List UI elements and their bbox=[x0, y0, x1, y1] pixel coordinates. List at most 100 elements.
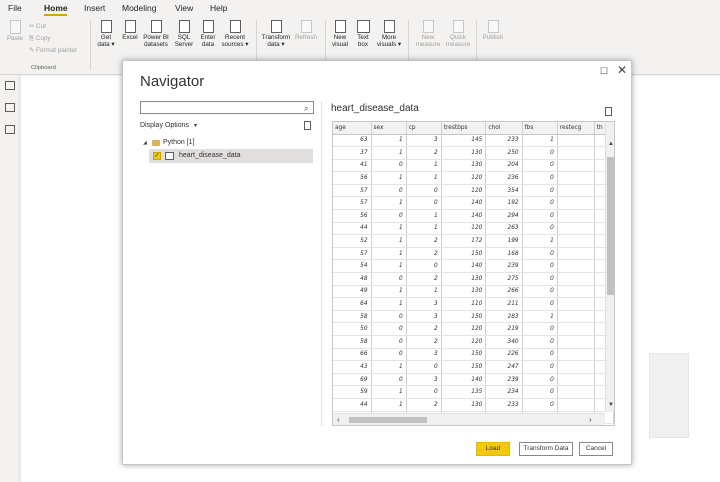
scroll-right-icon[interactable]: › bbox=[589, 415, 592, 424]
table-cell: 1 bbox=[371, 385, 407, 399]
table-row: 57 1 0 140 192 0 bbox=[333, 196, 614, 211]
more-visuals-button[interactable]: More visuals ▾ bbox=[376, 20, 402, 48]
table-cell: 140 bbox=[441, 209, 487, 223]
tab-view[interactable]: View bbox=[175, 3, 193, 13]
table-row: 50 0 2 120 219 0 bbox=[333, 322, 614, 336]
tab-insert[interactable]: Insert bbox=[84, 3, 105, 13]
paste-button[interactable]: Paste bbox=[5, 20, 25, 42]
scroll-left-icon[interactable]: ‹ bbox=[337, 415, 340, 424]
table-cell: 58 bbox=[333, 310, 372, 324]
table-cell: 50 bbox=[333, 322, 372, 336]
publish-button[interactable]: Publish bbox=[480, 20, 506, 41]
display-options-dropdown[interactable]: Display Options bbox=[140, 122, 189, 129]
recent-sources-button[interactable]: Recent sources ▾ bbox=[220, 20, 250, 48]
get-data-button[interactable]: Get data ▾ bbox=[96, 20, 116, 48]
expand-arrow-icon[interactable]: ◢ bbox=[143, 140, 147, 146]
table-cell: 283 bbox=[485, 310, 523, 324]
table-cell: 1 bbox=[371, 297, 407, 311]
text-box-icon bbox=[356, 20, 370, 33]
column-header[interactable]: age bbox=[333, 122, 372, 135]
table-cell: 0 bbox=[522, 348, 558, 362]
tab-help[interactable]: Help bbox=[210, 3, 227, 13]
table-cell: 1 bbox=[522, 134, 558, 148]
new-visual-button[interactable]: New visual bbox=[330, 20, 350, 48]
column-header[interactable]: chol bbox=[485, 122, 523, 135]
tab-file[interactable]: File bbox=[8, 3, 22, 13]
column-header[interactable]: sex bbox=[371, 122, 407, 135]
search-icon[interactable]: ⌕ bbox=[304, 103, 308, 114]
table-cell: 49 bbox=[333, 285, 372, 299]
tab-home[interactable]: Home bbox=[44, 3, 68, 13]
table-row: 59 1 0 135 234 0 bbox=[333, 385, 614, 399]
tree-item-heart-disease-data[interactable]: ✓ heart_disease_data bbox=[149, 149, 313, 163]
close-icon[interactable]: ✕ bbox=[617, 63, 627, 77]
table-cell: 233 bbox=[485, 134, 523, 148]
table-cell: 354 bbox=[485, 184, 523, 198]
load-button[interactable]: Load bbox=[476, 442, 510, 456]
column-header[interactable]: fbs bbox=[522, 122, 558, 135]
canvas-side-panel bbox=[649, 353, 689, 438]
table-row: 52 1 2 172 199 1 bbox=[333, 234, 614, 248]
copy-button[interactable]: ⎘ Copy bbox=[29, 35, 51, 43]
data-view-icon[interactable] bbox=[5, 103, 15, 112]
table-cell: 0 bbox=[522, 398, 558, 412]
maximize-icon[interactable]: ☐ bbox=[600, 66, 608, 77]
vertical-scrollbar[interactable]: ▲ ▼ bbox=[605, 122, 614, 412]
table-cell: 130 bbox=[441, 159, 487, 173]
preview-options-icon[interactable] bbox=[605, 107, 612, 116]
table-cell: 239 bbox=[485, 259, 523, 274]
table-cell: 0 bbox=[522, 222, 558, 236]
table-cell: 204 bbox=[485, 159, 523, 173]
table-cell bbox=[557, 171, 595, 185]
table-cell: 1 bbox=[371, 247, 407, 261]
scroll-up-icon[interactable]: ▲ bbox=[608, 141, 614, 147]
transform-data-button-dialog[interactable]: Transform Data bbox=[519, 442, 573, 456]
text-box-button[interactable]: Text box bbox=[353, 20, 373, 48]
vertical-scroll-thumb[interactable] bbox=[607, 157, 614, 295]
tree-source-python[interactable]: Python [1] bbox=[163, 139, 195, 146]
table-cell: 0 bbox=[522, 385, 558, 399]
data-grid: age sex cp trestbps chol fbs restecg th 63 1 3 145… bbox=[333, 122, 614, 425]
checkbox-checked[interactable]: ✓ bbox=[153, 152, 161, 160]
table-cell: 2 bbox=[406, 234, 442, 248]
table-cell: 1 bbox=[406, 159, 442, 173]
column-header[interactable]: restecg bbox=[557, 122, 595, 135]
table-cell: 3 bbox=[406, 297, 442, 311]
scroll-down-icon[interactable]: ▼ bbox=[608, 402, 614, 408]
cut-button[interactable]: ✂ Cut bbox=[29, 23, 46, 30]
excel-button[interactable]: Excel bbox=[120, 20, 140, 41]
table-cell: 0 bbox=[406, 184, 442, 198]
new-measure-button[interactable]: New measure bbox=[414, 20, 442, 48]
table-cell: 172 bbox=[441, 234, 487, 248]
model-view-icon[interactable] bbox=[5, 125, 15, 134]
transform-icon bbox=[270, 20, 282, 33]
publish-icon bbox=[487, 20, 499, 33]
transform-data-button[interactable]: Transform data ▾ bbox=[260, 20, 292, 48]
report-view-icon[interactable] bbox=[5, 81, 15, 90]
quick-measure-button[interactable]: Quick measure bbox=[444, 20, 472, 48]
search-input[interactable]: ⌕ bbox=[140, 101, 314, 114]
horizontal-scroll-thumb[interactable] bbox=[349, 417, 427, 423]
cancel-button[interactable]: Cancel bbox=[579, 442, 613, 456]
format-painter-button[interactable]: ✎ Format painter bbox=[29, 47, 77, 54]
horizontal-scrollbar[interactable]: ‹ › bbox=[333, 413, 605, 425]
table-cell: 1 bbox=[406, 171, 442, 185]
refresh-preview-icon[interactable] bbox=[304, 121, 311, 130]
sql-server-button[interactable]: SQL Server bbox=[173, 20, 195, 48]
enter-data-button[interactable]: Enter data bbox=[198, 20, 218, 48]
tab-modeling[interactable]: Modeling bbox=[122, 3, 157, 13]
table-cell: 192 bbox=[485, 196, 523, 211]
powerbi-datasets-button[interactable]: Power BI datasets bbox=[142, 20, 170, 48]
table-cell: 0 bbox=[522, 285, 558, 299]
table-cell: 0 bbox=[371, 373, 407, 387]
table-cell: 43 bbox=[333, 360, 372, 374]
refresh-button[interactable]: Refresh bbox=[293, 20, 319, 41]
table-cell: 64 bbox=[333, 297, 372, 311]
table-cell: 0 bbox=[522, 259, 558, 274]
chevron-down-icon[interactable]: ▾ bbox=[194, 122, 197, 129]
column-header[interactable]: cp bbox=[406, 122, 442, 135]
table-cell: 1 bbox=[522, 234, 558, 248]
table-cell: 226 bbox=[485, 348, 523, 362]
column-header[interactable]: trestbps bbox=[441, 122, 487, 135]
table-cell: 1 bbox=[371, 171, 407, 185]
